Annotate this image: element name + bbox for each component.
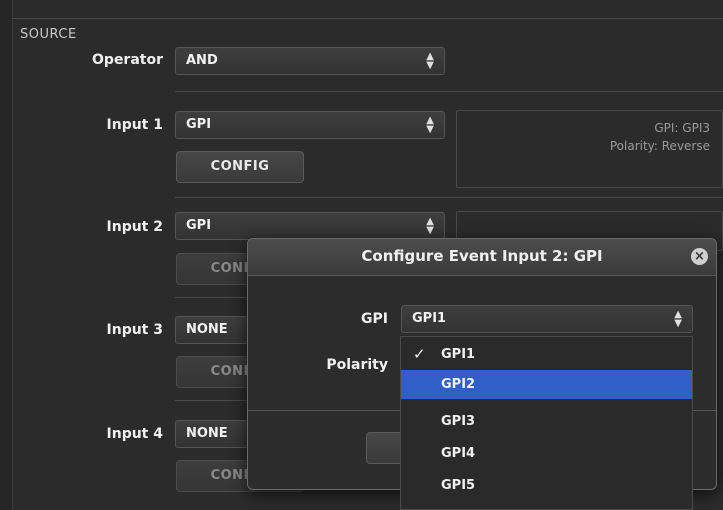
gpi-label: GPI <box>361 311 388 327</box>
dropdown-option-gpi5[interactable]: GPI5 <box>401 471 692 500</box>
divider <box>175 400 255 401</box>
option-label: GPI5 <box>441 478 476 493</box>
up-down-arrows-icon: ▲ ▼ <box>674 309 682 329</box>
input-2-select[interactable]: GPI ▲ ▼ <box>175 212 445 240</box>
divider <box>175 197 723 198</box>
checkmark-icon: ✓ <box>413 345 426 363</box>
option-label: GPI4 <box>441 446 476 461</box>
input-3-value: NONE <box>186 322 228 337</box>
input-1-select[interactable]: GPI ▲ ▼ <box>175 111 445 139</box>
dropdown-option-gpi1[interactable]: ✓ GPI1 <box>401 340 692 369</box>
input-1-summary-gpi: GPI: GPI3 <box>654 121 710 135</box>
operator-label: Operator <box>92 52 163 68</box>
input-1-label: Input 1 <box>106 117 163 133</box>
gpi-select-value: GPI1 <box>412 311 447 326</box>
divider <box>175 297 255 298</box>
option-label: GPI3 <box>441 414 476 429</box>
polarity-label: Polarity <box>326 357 388 373</box>
input-1-config-button[interactable]: CONFIG <box>176 151 304 183</box>
section-title-source: SOURCE <box>20 27 77 42</box>
gpi-select[interactable]: GPI1 ▲ ▼ <box>401 305 693 333</box>
dropdown-option-gpi3[interactable]: GPI3 <box>401 407 692 436</box>
divider <box>12 18 723 19</box>
input-1-value: GPI <box>186 117 212 132</box>
option-label: GPI1 <box>441 347 476 362</box>
dropdown-option-gpi2[interactable]: GPI2 <box>401 370 692 399</box>
up-down-arrows-icon: ▲ ▼ <box>426 51 434 71</box>
up-down-arrows-icon: ▲ ▼ <box>426 115 434 135</box>
up-down-arrows-icon: ▲ ▼ <box>426 216 434 236</box>
option-label: GPI2 <box>441 377 476 392</box>
input-3-label: Input 3 <box>106 322 163 338</box>
operator-value: AND <box>186 53 218 68</box>
input-1-summary: GPI: GPI3 Polarity: Reverse <box>456 110 723 188</box>
input-4-label: Input 4 <box>106 426 163 442</box>
dialog-title: Configure Event Input 2: GPI <box>248 239 716 276</box>
operator-select[interactable]: AND ▲ ▼ <box>175 47 445 75</box>
input-2-value: GPI <box>186 218 212 233</box>
divider <box>175 91 723 92</box>
input-2-label: Input 2 <box>106 219 163 235</box>
close-icon[interactable]: × <box>691 248 708 265</box>
input-4-value: NONE <box>186 426 228 441</box>
input-1-summary-polarity: Polarity: Reverse <box>609 139 710 153</box>
gpi-dropdown-list: ✓ GPI1 GPI2 GPI3 GPI4 GPI5 <box>400 336 693 510</box>
dropdown-option-gpi4[interactable]: GPI4 <box>401 439 692 468</box>
